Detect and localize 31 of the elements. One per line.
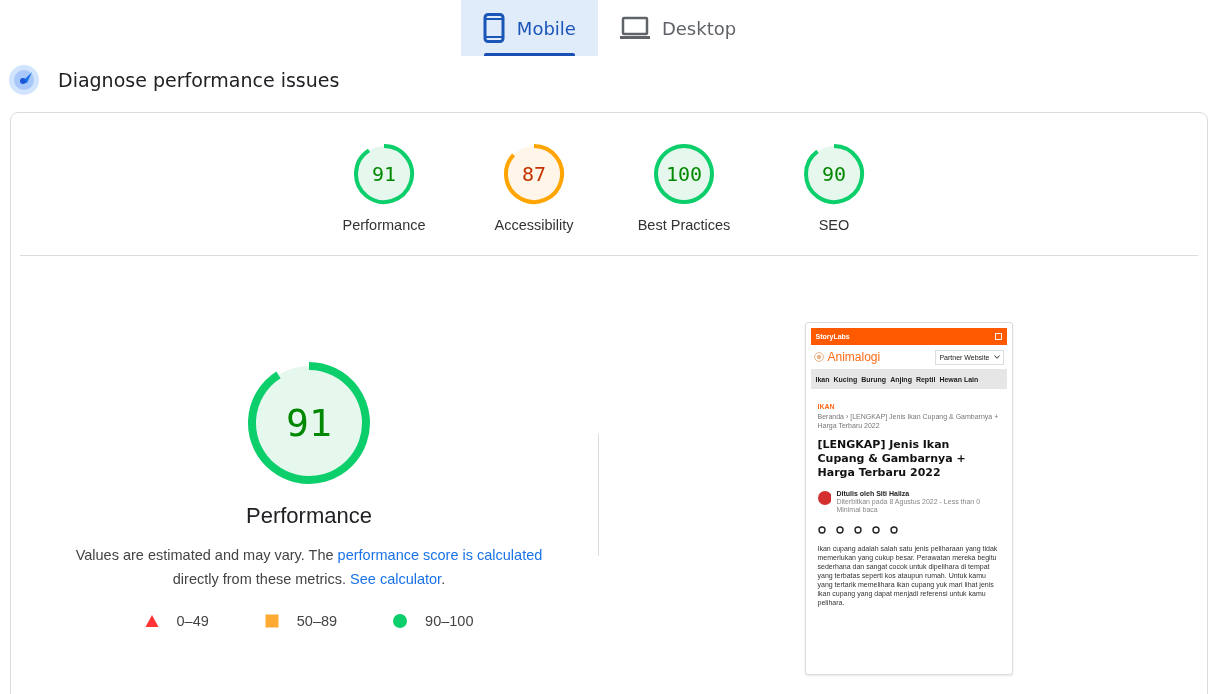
triangle-icon bbox=[144, 614, 159, 628]
avatar bbox=[817, 490, 832, 506]
circle-icon bbox=[393, 614, 408, 628]
section-title: Diagnose performance issues bbox=[58, 69, 340, 91]
score-note: Values are estimated and may vary. The performance score is calculated directly from these metrics. See calculator. bbox=[74, 546, 544, 589]
calculator-link[interactable]: See calculator bbox=[350, 571, 442, 587]
legend-label: 0–49 bbox=[176, 613, 209, 629]
score-value: 91 bbox=[370, 161, 398, 188]
score-value: 91 bbox=[285, 400, 333, 447]
article-title: [LENGKAP] Jenis Ikan Cupang & Gambarnya + Harga Terbaru 2022 bbox=[817, 438, 967, 480]
legend-label: 90–100 bbox=[425, 613, 474, 629]
score-value: 100 bbox=[664, 161, 704, 188]
category-label[interactable]: Performance bbox=[342, 217, 426, 233]
legend-label: 50–89 bbox=[296, 613, 338, 629]
gauge-icon bbox=[8, 64, 40, 96]
score-link[interactable]: performance score is calculated bbox=[337, 547, 543, 563]
category-label[interactable]: SEO bbox=[818, 217, 850, 233]
square-icon bbox=[264, 614, 279, 628]
category-label[interactable]: Best Practices bbox=[637, 217, 731, 233]
category-label[interactable]: Accessibility bbox=[494, 217, 574, 233]
device-tab[interactable]: Mobile bbox=[460, 0, 598, 56]
score-value: 90 bbox=[820, 161, 848, 188]
logo-icon bbox=[813, 352, 824, 362]
chevron-icon bbox=[993, 355, 1000, 359]
site-logo: Animalogi bbox=[827, 350, 882, 364]
category-title: Performance bbox=[246, 503, 372, 529]
external-link-icon bbox=[994, 333, 1002, 340]
laptop-icon bbox=[619, 16, 650, 40]
phone-icon bbox=[482, 13, 505, 43]
device-tab[interactable]: Desktop bbox=[597, 0, 759, 56]
score-value: 87 bbox=[520, 161, 548, 188]
